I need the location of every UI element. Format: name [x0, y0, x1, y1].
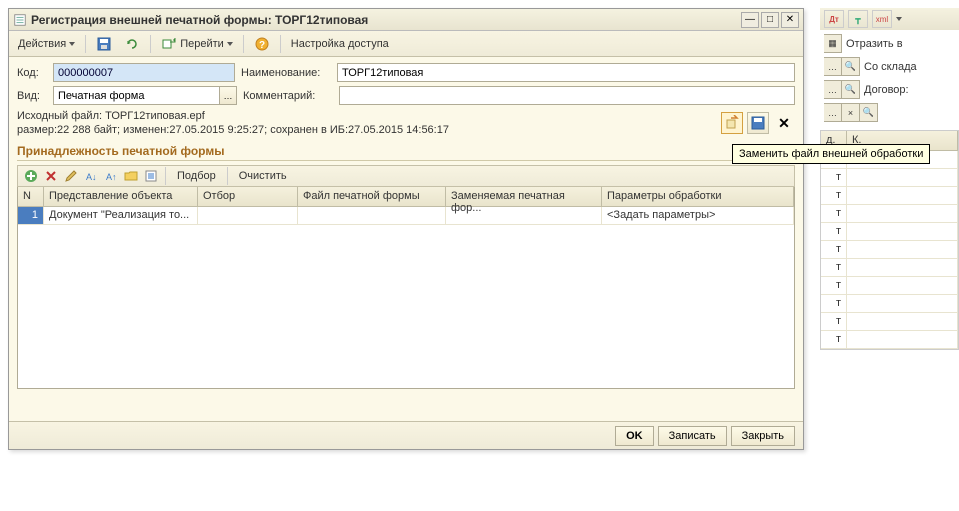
type-label: Вид: — [17, 90, 47, 102]
plus-icon — [24, 169, 38, 183]
xml-icon[interactable]: xml — [872, 10, 892, 28]
clear-button[interactable]: Очистить — [233, 170, 293, 182]
search-icon[interactable]: 🔍 — [842, 80, 860, 99]
list-icon — [144, 169, 158, 183]
tool-icon[interactable]: ┳ — [848, 10, 868, 28]
window-title: Регистрация внешней печатной формы: ТОРГ… — [31, 13, 739, 27]
comment-label: Комментарий: — [243, 90, 333, 102]
ellipsis-button[interactable]: … — [824, 103, 842, 122]
save-file-button[interactable] — [747, 112, 769, 134]
minimize-button[interactable]: — — [741, 12, 759, 28]
name-label: Наименование: — [241, 67, 331, 79]
reflect-label: Отразить в — [846, 38, 903, 50]
membership-grid[interactable]: N Представление объекта Отбор Файл печат… — [17, 187, 795, 389]
replace-file-button[interactable] — [721, 112, 743, 134]
save-icon-button[interactable] — [91, 34, 117, 54]
replace-file-icon — [724, 115, 740, 131]
select-button[interactable]: Подбор — [171, 170, 222, 182]
spreadsheet-icon[interactable]: ▦ — [824, 34, 842, 53]
tooltip: Заменить файл внешней обработки — [732, 144, 930, 164]
ellipsis-button[interactable]: … — [824, 80, 842, 99]
folder-icon — [124, 169, 138, 183]
sort-desc-button[interactable]: A↑ — [102, 167, 120, 185]
col-file[interactable]: Файл печатной формы — [298, 187, 446, 206]
svg-text:?: ? — [259, 40, 265, 51]
folder-button[interactable] — [122, 167, 140, 185]
from-warehouse-label: Со склада — [864, 61, 917, 73]
chevron-down-icon — [227, 42, 233, 46]
col-filter[interactable]: Отбор — [198, 187, 298, 206]
titlebar[interactable]: Регистрация внешней печатной формы: ТОРГ… — [9, 9, 803, 31]
write-button[interactable]: Записать — [658, 426, 727, 446]
delete-row-button[interactable] — [42, 167, 60, 185]
close-button[interactable]: Закрыть — [731, 426, 795, 446]
registration-dialog: Регистрация внешней печатной формы: ТОРГ… — [8, 8, 804, 450]
maximize-button[interactable]: □ — [761, 12, 779, 28]
form-icon — [13, 13, 27, 27]
help-button[interactable]: ? — [249, 34, 275, 54]
name-input[interactable] — [337, 63, 795, 82]
go-menu[interactable]: Перейти — [156, 34, 238, 54]
svg-text:A↓: A↓ — [86, 172, 97, 182]
search-icon[interactable]: 🔍 — [860, 103, 878, 122]
close-window-button[interactable]: ✕ — [781, 12, 799, 28]
contract-label: Договор: — [864, 84, 909, 96]
parent-window-fragment: Дт ┳ xml ▦ Отразить в …🔍 Со склада …🔍 До… — [820, 8, 959, 350]
x-icon — [44, 169, 58, 183]
col-params[interactable]: Параметры обработки — [602, 187, 794, 206]
type-ellipsis-button[interactable]: … — [219, 86, 237, 105]
chevron-down-icon — [69, 42, 75, 46]
sort-asc-button[interactable]: A↓ — [82, 167, 100, 185]
source-file-info: Исходный файл: ТОРГ12типовая.epf размер:… — [17, 109, 721, 138]
list-button[interactable] — [142, 167, 160, 185]
edit-row-button[interactable] — [62, 167, 80, 185]
table-row[interactable]: 1 Документ "Реализация то... <Задать пар… — [18, 207, 794, 225]
chevron-down-icon — [896, 17, 902, 21]
col-object[interactable]: Представление объекта — [44, 187, 198, 206]
sort-desc-icon: A↑ — [104, 169, 118, 183]
type-input[interactable] — [53, 86, 219, 105]
comment-input[interactable] — [339, 86, 795, 105]
code-input[interactable] — [53, 63, 235, 82]
actions-menu[interactable]: Действия — [13, 34, 80, 54]
svg-text:A↑: A↑ — [106, 172, 117, 182]
dtkt-icon[interactable]: Дт — [824, 10, 844, 28]
refresh-icon-button[interactable] — [119, 34, 145, 54]
clear-file-button[interactable]: ✕ — [773, 112, 795, 134]
help-icon: ? — [254, 36, 270, 52]
ellipsis-button[interactable]: … — [824, 57, 842, 76]
code-label: Код: — [17, 67, 47, 79]
access-settings-button[interactable]: Настройка доступа — [286, 34, 394, 54]
main-toolbar: Действия Перейти ? Настройка доступа — [9, 31, 803, 57]
col-n[interactable]: N — [18, 187, 44, 206]
go-icon — [161, 36, 177, 52]
grid-toolbar: A↓ A↑ Подбор Очистить — [17, 165, 795, 187]
membership-section-title: Принадлежность печатной формы — [17, 144, 795, 161]
pencil-icon — [64, 169, 78, 183]
dialog-footer: OK Записать Закрыть — [9, 421, 803, 449]
search-icon[interactable]: 🔍 — [842, 57, 860, 76]
ok-button[interactable]: OK — [615, 426, 654, 446]
floppy-icon — [750, 115, 766, 131]
clear-icon[interactable]: × — [842, 103, 860, 122]
col-replaced[interactable]: Заменяемая печатная фор... — [446, 187, 602, 206]
sort-asc-icon: A↓ — [84, 169, 98, 183]
add-row-button[interactable] — [22, 167, 40, 185]
